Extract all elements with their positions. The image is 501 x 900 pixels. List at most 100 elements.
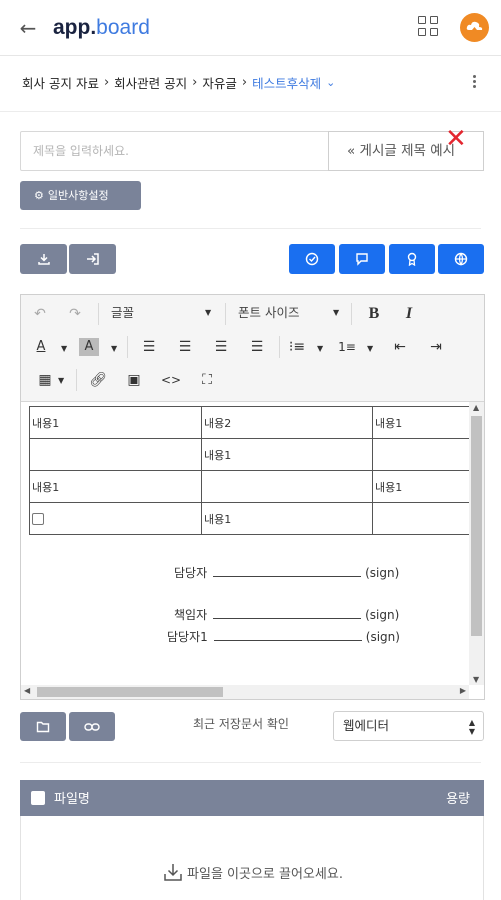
font-color-icon[interactable]: A bbox=[31, 336, 51, 358]
divider bbox=[20, 228, 481, 229]
brand-bold: app. bbox=[53, 16, 97, 39]
caret-down-icon[interactable]: ▼ bbox=[367, 344, 373, 353]
font-family-label: 글꼴 bbox=[111, 305, 135, 320]
code-view-icon[interactable]: <> bbox=[160, 369, 182, 391]
app-grid-icon[interactable] bbox=[418, 16, 440, 38]
breadcrumb-item-current[interactable]: 테스트후삭제 bbox=[252, 73, 321, 92]
toolbar-divider bbox=[279, 336, 280, 358]
scrollbar-thumb[interactable] bbox=[471, 416, 482, 636]
table-row: 내용1 내용1 bbox=[29, 470, 469, 503]
align-right-icon[interactable]: ☰ bbox=[210, 336, 232, 358]
redo-icon[interactable]: ↷ bbox=[64, 303, 86, 325]
content-table[interactable]: 내용1 내용2 내용1 내용1 내용1 내용1 내용1 bbox=[29, 406, 469, 535]
file-size-column: 용량 bbox=[446, 792, 470, 807]
caret-down-icon[interactable]: ▼ bbox=[58, 376, 64, 385]
vertical-scrollbar[interactable]: ▲ ▼ bbox=[469, 402, 484, 685]
comment-button[interactable] bbox=[339, 244, 385, 274]
caret-down-icon[interactable]: ▼ bbox=[111, 344, 117, 353]
file-drop-zone[interactable]: 파일을 이곳으로 끌어오세요. bbox=[20, 816, 484, 900]
check-circle-icon bbox=[305, 252, 319, 266]
indent-icon[interactable]: ⇥ bbox=[425, 336, 447, 358]
download-tray-icon bbox=[164, 864, 182, 881]
user-avatar[interactable] bbox=[460, 13, 489, 42]
link-icon[interactable]: 🔗︎ bbox=[87, 369, 109, 391]
general-settings-button[interactable]: ⚙ 일반사항설정 bbox=[20, 181, 141, 210]
horizontal-scrollbar[interactable]: ◀ ▶ bbox=[21, 685, 469, 699]
attachment-header: 파일명 용량 bbox=[20, 780, 484, 816]
breadcrumb-item-2[interactable]: 회사관련 공지 bbox=[114, 73, 187, 92]
chevron-right-icon: › bbox=[103, 75, 110, 90]
signature-suffix: (sign) bbox=[365, 608, 400, 622]
background-color-icon[interactable]: A bbox=[79, 338, 99, 356]
drop-message-text: 파일을 이곳으로 끌어오세요. bbox=[187, 867, 343, 882]
checkbox[interactable] bbox=[32, 513, 44, 525]
bold-icon[interactable]: B bbox=[363, 303, 385, 325]
editor-type-value: 웹에디터 bbox=[343, 718, 390, 733]
folder-button[interactable] bbox=[20, 712, 66, 741]
breadcrumb-item-3[interactable]: 자유글 bbox=[202, 73, 237, 92]
select-all-checkbox[interactable] bbox=[31, 791, 45, 805]
link-button[interactable] bbox=[69, 712, 115, 741]
more-menu-icon[interactable] bbox=[470, 73, 478, 93]
check-button[interactable] bbox=[289, 244, 335, 274]
file-name-column: 파일명 bbox=[54, 792, 90, 807]
fullscreen-icon[interactable]: ⛶ bbox=[196, 369, 218, 391]
editor-content[interactable]: 내용1 내용2 내용1 내용1 내용1 내용1 내용1 담당자(sign) 책임… bbox=[21, 402, 469, 685]
editor-toolbar: ↶ ↷ 글꼴 ▼ 폰트 사이즈 ▼ B I A ▼ A ▼ ☰ ☰ ☰ ☰ ⁝≡… bbox=[21, 295, 484, 402]
download-button[interactable] bbox=[20, 244, 67, 274]
table-cell[interactable] bbox=[372, 502, 469, 535]
align-center-icon[interactable]: ☰ bbox=[174, 336, 196, 358]
table-cell[interactable]: 내용1 bbox=[29, 470, 202, 503]
chevron-right-icon: › bbox=[241, 75, 248, 90]
caret-down-icon[interactable]: ▼ bbox=[317, 344, 323, 353]
table-cell[interactable] bbox=[29, 438, 202, 471]
caret-down-icon: ▼ bbox=[333, 308, 340, 317]
divider bbox=[20, 762, 481, 763]
outdent-icon[interactable]: ⇤ bbox=[389, 336, 411, 358]
align-justify-icon[interactable]: ☰ bbox=[246, 336, 268, 358]
download-icon bbox=[37, 254, 50, 265]
table-cell[interactable]: 내용1 bbox=[372, 470, 469, 503]
caret-down-icon[interactable]: ▼ bbox=[61, 344, 67, 353]
editor-type-select[interactable]: 웹에디터 ▲ ▼ bbox=[333, 711, 484, 741]
recent-documents-label[interactable]: 최근 저장문서 확인 bbox=[193, 715, 289, 732]
app-logo[interactable]: app.board bbox=[53, 14, 150, 42]
globe-icon bbox=[454, 252, 468, 266]
chevron-down-icon[interactable]: ⌄ bbox=[326, 76, 335, 89]
scrollbar-thumb[interactable] bbox=[37, 687, 223, 697]
import-button[interactable] bbox=[69, 244, 116, 274]
chevron-right-icon: › bbox=[192, 75, 198, 90]
scroll-right-icon[interactable]: ▶ bbox=[460, 686, 466, 695]
toolbar-divider bbox=[76, 369, 77, 391]
scroll-down-icon[interactable]: ▼ bbox=[473, 675, 479, 684]
table-cell[interactable]: 내용1 bbox=[29, 406, 202, 439]
table-cell[interactable]: 내용2 bbox=[201, 406, 373, 439]
numbered-list-icon[interactable]: 1≡ bbox=[337, 336, 357, 358]
table-cell[interactable]: 내용1 bbox=[372, 406, 469, 439]
table-icon[interactable]: ▦ bbox=[35, 369, 55, 391]
table-cell[interactable] bbox=[29, 502, 202, 535]
toolbar-divider bbox=[351, 303, 352, 325]
image-icon[interactable]: ▣ bbox=[123, 369, 145, 391]
cloud-home-icon bbox=[466, 21, 483, 33]
globe-button[interactable] bbox=[438, 244, 484, 274]
rich-text-editor: ↶ ↷ 글꼴 ▼ 폰트 사이즈 ▼ B I A ▼ A ▼ ☰ ☰ ☰ ☰ ⁝≡… bbox=[20, 294, 485, 700]
signature-line: 담당자 (sign) bbox=[174, 564, 399, 581]
scroll-left-icon[interactable]: ◀ bbox=[24, 686, 30, 695]
table-cell[interactable] bbox=[372, 438, 469, 471]
undo-icon[interactable]: ↶ bbox=[29, 303, 51, 325]
bullet-list-icon[interactable]: ⁝≡ bbox=[287, 336, 307, 358]
align-left-icon[interactable]: ☰ bbox=[138, 336, 160, 358]
table-cell[interactable]: 내용1 bbox=[201, 502, 373, 535]
breadcrumb-item-1[interactable]: 회사 공지 자료 bbox=[22, 73, 99, 92]
breadcrumb: 회사 공지 자료 › 회사관련 공지 › 자유글 › 테스트후삭제 ⌄ bbox=[0, 56, 501, 112]
table-cell[interactable]: 내용1 bbox=[201, 438, 373, 471]
scroll-up-icon[interactable]: ▲ bbox=[473, 403, 479, 412]
italic-icon[interactable]: I bbox=[398, 303, 420, 325]
back-arrow-icon[interactable]: ← bbox=[16, 14, 40, 42]
table-row: 내용1 내용2 내용1 bbox=[29, 406, 469, 439]
table-cell[interactable] bbox=[201, 470, 373, 503]
title-input[interactable] bbox=[20, 131, 330, 171]
close-icon[interactable]: ✕ bbox=[445, 124, 467, 154]
award-button[interactable] bbox=[389, 244, 435, 274]
